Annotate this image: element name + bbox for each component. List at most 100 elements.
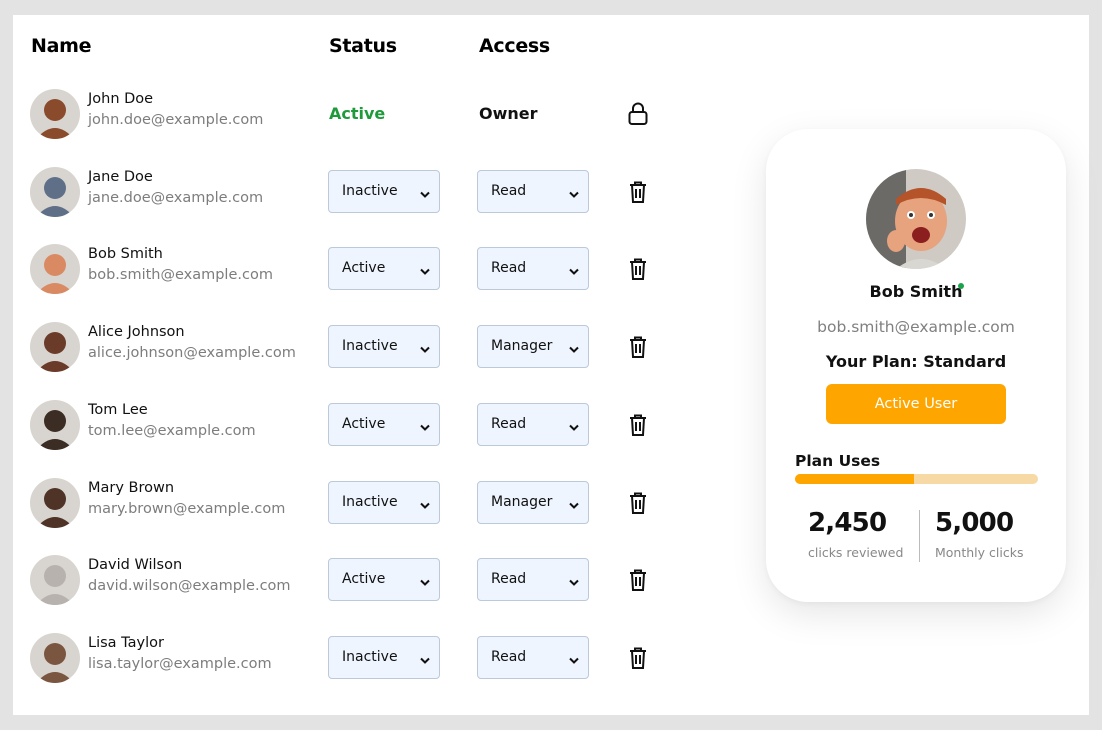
table-row: Lisa Taylor lisa.taylor@example.com Inacti… bbox=[13, 632, 693, 711]
table-row: Tom Lee tom.lee@example.com Active Read bbox=[13, 399, 693, 478]
status-select-value: Inactive bbox=[342, 338, 398, 355]
trash-icon[interactable] bbox=[627, 568, 649, 596]
user-email: tom.lee@example.com bbox=[88, 422, 256, 439]
trash-icon[interactable] bbox=[627, 646, 649, 674]
status-select-value: Active bbox=[342, 571, 386, 588]
chevron-down-icon bbox=[420, 342, 430, 358]
table-row: Bob Smith bob.smith@example.com Active Read bbox=[13, 244, 693, 322]
status-select[interactable]: Inactive bbox=[328, 635, 440, 679]
avatar bbox=[30, 632, 80, 683]
plan-uses-progress-fill bbox=[795, 474, 915, 484]
chevron-down-icon bbox=[569, 498, 579, 514]
access-select[interactable]: Read bbox=[477, 247, 589, 291]
table-row: John Doe john.doe@example.com Active Owner bbox=[13, 89, 693, 167]
access-select-value: Manager bbox=[491, 338, 553, 355]
chevron-down-icon bbox=[420, 653, 430, 669]
stat-reviewed-value: 2,450 bbox=[808, 508, 887, 538]
access-select[interactable]: Read bbox=[477, 169, 589, 213]
chevron-down-icon bbox=[569, 342, 579, 358]
chevron-down-icon bbox=[420, 264, 430, 280]
access-select-value: Read bbox=[491, 260, 527, 277]
stat-reviewed-label: clicks reviewed bbox=[808, 545, 904, 560]
plan-uses-progress bbox=[795, 474, 1038, 484]
user-name: Mary Brown bbox=[88, 479, 175, 496]
user-email: alice.johnson@example.com bbox=[88, 345, 296, 362]
avatar bbox=[30, 399, 80, 450]
stat-monthly-value: 5,000 bbox=[935, 508, 1014, 538]
chevron-down-icon bbox=[420, 420, 430, 436]
access-select-value: Read bbox=[491, 648, 527, 665]
access-select-value: Read bbox=[491, 415, 527, 432]
user-name: David Wilson bbox=[88, 557, 183, 574]
avatar bbox=[30, 166, 80, 217]
profile-email: bob.smith@example.com bbox=[817, 318, 1015, 336]
user-name: Lisa Taylor bbox=[88, 634, 164, 651]
access-select[interactable]: Manager bbox=[477, 480, 589, 524]
user-email: mary.brown@example.com bbox=[88, 500, 286, 517]
access-select[interactable]: Read bbox=[477, 558, 589, 602]
trash-icon[interactable] bbox=[627, 491, 649, 519]
chevron-down-icon bbox=[569, 264, 579, 280]
access-select[interactable]: Manager bbox=[477, 325, 589, 369]
profile-plan: Your Plan: Standard bbox=[825, 352, 1007, 371]
table-row: Alice Johnson alice.johnson@example.com In… bbox=[13, 322, 693, 400]
lock-icon bbox=[627, 102, 649, 130]
header-name: Name bbox=[31, 35, 92, 57]
profile-avatar bbox=[866, 169, 966, 269]
chevron-down-icon bbox=[420, 187, 430, 203]
access-select[interactable]: Read bbox=[477, 402, 589, 446]
stats-divider bbox=[919, 510, 920, 562]
avatar bbox=[30, 322, 80, 373]
active-user-button[interactable]: Active User bbox=[826, 384, 1006, 424]
status-select-value: Inactive bbox=[342, 182, 398, 199]
status-select[interactable]: Active bbox=[328, 247, 440, 291]
profile-card: Bob Smith bob.smith@example.com Your Pla… bbox=[766, 129, 1066, 602]
access-select-value: Read bbox=[491, 571, 527, 588]
status-select-value: Active bbox=[342, 415, 386, 432]
chevron-down-icon bbox=[569, 575, 579, 591]
chevron-down-icon bbox=[569, 420, 579, 436]
stat-monthly-label: Monthly clicks bbox=[935, 545, 1024, 560]
trash-icon[interactable] bbox=[627, 413, 649, 441]
trash-icon[interactable] bbox=[627, 257, 649, 285]
avatar bbox=[30, 477, 80, 528]
profile-name: Bob Smith bbox=[869, 282, 963, 301]
user-name: Tom Lee bbox=[88, 401, 148, 418]
trash-icon[interactable] bbox=[627, 335, 649, 363]
plan-uses-label: Plan Uses bbox=[795, 452, 881, 470]
chevron-down-icon bbox=[420, 575, 430, 591]
chevron-down-icon bbox=[569, 187, 579, 203]
user-name: Jane Doe bbox=[88, 168, 153, 185]
online-status-dot bbox=[958, 283, 964, 289]
user-name: Alice Johnson bbox=[88, 324, 185, 341]
header-status: Status bbox=[329, 35, 397, 57]
user-email: lisa.taylor@example.com bbox=[88, 655, 272, 672]
avatar bbox=[30, 555, 80, 606]
table-row: Jane Doe jane.doe@example.com Inactive Read bbox=[13, 166, 693, 245]
status-select[interactable]: Inactive bbox=[328, 325, 440, 369]
user-email: david.wilson@example.com bbox=[88, 578, 291, 595]
status-select[interactable]: Active bbox=[328, 558, 440, 602]
status-text: Active bbox=[329, 104, 386, 123]
status-select-value: Inactive bbox=[342, 648, 398, 665]
status-select-value: Inactive bbox=[342, 493, 398, 510]
header-access: Access bbox=[479, 35, 550, 57]
table-row: Mary Brown mary.brown@example.com Inactive… bbox=[13, 477, 693, 556]
access-select-value: Manager bbox=[491, 493, 553, 510]
access-text: Owner bbox=[479, 104, 538, 123]
status-select[interactable]: Active bbox=[328, 402, 440, 446]
user-email: john.doe@example.com bbox=[88, 112, 264, 128]
status-select[interactable]: Inactive bbox=[328, 480, 440, 524]
user-name: John Doe bbox=[88, 91, 154, 107]
trash-icon[interactable] bbox=[627, 180, 649, 208]
table-row: David Wilson david.wilson@example.com Acti… bbox=[13, 555, 693, 633]
status-select-value: Active bbox=[342, 260, 386, 277]
user-email: jane.doe@example.com bbox=[88, 189, 264, 206]
access-select[interactable]: Read bbox=[477, 635, 589, 679]
user-email: bob.smith@example.com bbox=[88, 267, 273, 284]
status-select[interactable]: Inactive bbox=[328, 169, 440, 213]
users-panel: Name Status Access John Doe john.doe@exam… bbox=[13, 15, 1089, 715]
avatar bbox=[30, 89, 80, 139]
access-select-value: Read bbox=[491, 182, 527, 199]
chevron-down-icon bbox=[569, 653, 579, 669]
